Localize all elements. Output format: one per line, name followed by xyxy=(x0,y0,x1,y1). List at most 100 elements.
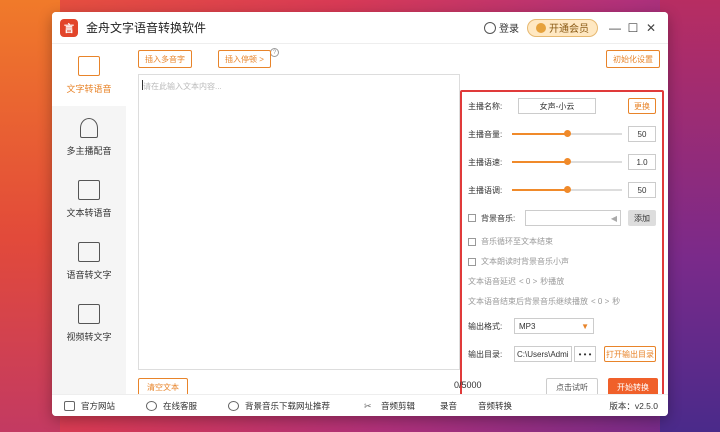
after-unit: 秒 xyxy=(612,297,621,306)
pitch-label: 主播语调: xyxy=(468,185,503,195)
main-area: 插入多音字 ? 插入停顿 > 初始化设置 请在此输入文本内容... 主播名称: … xyxy=(126,44,668,396)
footer-record-label: 录音 xyxy=(440,400,458,411)
volume-slider[interactable] xyxy=(512,130,622,137)
bgm-add-button[interactable]: 添加 xyxy=(628,210,656,226)
volume-label: 主播音量: xyxy=(468,129,503,139)
duck-checkbox[interactable] xyxy=(468,257,476,266)
desktop-wallpaper-left xyxy=(0,0,60,432)
anchor-name-field[interactable]: 女声-小云 xyxy=(518,98,596,114)
speed-slider-handle[interactable] xyxy=(564,158,571,165)
pitch-slider-fill xyxy=(512,189,567,191)
text-speech-icon xyxy=(78,55,100,76)
text-editor[interactable]: 请在此输入文本内容... xyxy=(138,74,460,370)
change-anchor-button[interactable]: 更换 xyxy=(628,98,656,114)
diamond-icon xyxy=(536,22,546,33)
desktop-wallpaper-right xyxy=(660,0,720,432)
footer-service-link[interactable]: 在线客服 xyxy=(146,400,197,412)
insert-polyphone-button[interactable]: 插入多音字 xyxy=(138,50,192,68)
sidebar: 文字转语音 多主播配音 文本转语音 语音转文字 视频转文字 xyxy=(52,44,126,394)
after-text: 文本语音结束后背景音乐继续播放 xyxy=(468,297,588,306)
volume-slider-fill xyxy=(512,133,567,135)
video-text-icon xyxy=(78,303,100,324)
pitch-slider[interactable] xyxy=(512,186,622,193)
loop-label: 音乐循环至文本结束 xyxy=(481,237,553,246)
insert-pause-button[interactable]: 插入停顿 > xyxy=(218,50,271,68)
footer-audio-cut-label: 音频剪辑 xyxy=(381,400,416,411)
tools-icon: ✂ xyxy=(364,400,372,411)
footer-website-label: 官方网站 xyxy=(81,400,116,411)
help-icon[interactable]: ? xyxy=(270,48,279,57)
user-icon xyxy=(484,21,496,34)
output-dir-field[interactable]: C:\Users\Admi xyxy=(514,346,572,362)
speed-label: 主播语速: xyxy=(468,157,503,167)
bgm-label: 背景音乐: xyxy=(481,213,516,223)
footer-bgm-label: 背景音乐下载网址推荐 xyxy=(245,400,331,411)
volume-value-field[interactable]: 50 xyxy=(628,126,656,142)
pitch-slider-handle[interactable] xyxy=(564,186,571,193)
browse-dir-button[interactable]: • • • xyxy=(574,346,596,362)
delay-stepper[interactable]: < 0 > xyxy=(519,277,537,286)
chevron-down-icon: ▼ xyxy=(581,321,589,331)
footer-bar: 官方网站 在线客服 背景音乐下载网址推荐 ✂ 音频剪辑 录音 音频转换 版本：v… xyxy=(52,394,668,416)
delay-unit: 秒播放 xyxy=(540,277,565,286)
loop-checkbox[interactable] xyxy=(468,237,476,246)
anchor-label: 主播名称: xyxy=(468,101,503,111)
login-label: 登录 xyxy=(499,24,519,35)
delay-text: 文本语音延迟 xyxy=(468,277,516,286)
footer-audio-convert-label: 音频转换 xyxy=(478,400,513,411)
reset-settings-button[interactable]: 初始化设置 xyxy=(606,50,660,68)
format-select[interactable]: MP3 ▼ xyxy=(514,318,594,334)
audio-text-icon xyxy=(78,241,100,262)
speed-value-field[interactable]: 1.0 xyxy=(628,154,656,170)
sidebar-item-label: 多主播配音 xyxy=(66,145,112,156)
footer-website-link[interactable]: 官方网站 xyxy=(64,400,115,412)
settings-panel: 主播名称: 女声-小云 更换 主播音量: 50 主播语速: 1.0 主播语调: … xyxy=(460,90,664,396)
sidebar-item-video-to-text[interactable]: 视频转文字 xyxy=(52,292,126,354)
editor-placeholder: 请在此输入文本内容... xyxy=(143,82,222,91)
sidebar-item-label: 文本转语音 xyxy=(66,207,112,218)
format-value: MP3 xyxy=(519,321,536,331)
dir-label: 输出目录: xyxy=(468,349,503,359)
volume-slider-handle[interactable] xyxy=(564,130,571,137)
document-icon xyxy=(78,179,100,200)
char-counter: 0/5000 xyxy=(454,380,482,390)
sidebar-item-multi-anchor[interactable]: 多主播配音 xyxy=(52,106,126,168)
bgm-file-field[interactable]: ◀ xyxy=(525,210,621,226)
sidebar-item-label: 文字转语音 xyxy=(66,83,112,94)
app-window: 言 金舟文字语音转换软件 登录 开通会员 — ☐ ✕ 文字转语音 多主播配音 文… xyxy=(52,12,668,416)
minimize-button[interactable]: — xyxy=(606,21,624,35)
vip-button[interactable]: 开通会员 xyxy=(527,18,598,37)
person-add-icon xyxy=(80,117,98,138)
maximize-button[interactable]: ☐ xyxy=(624,21,642,35)
sidebar-item-label: 视频转文字 xyxy=(66,331,112,342)
version-label: 版本：v2.5.0 xyxy=(609,400,658,412)
after-stepper[interactable]: < 0 > xyxy=(591,297,609,306)
person-icon xyxy=(146,400,157,411)
sidebar-item-speech-to-text[interactable]: 语音转文字 xyxy=(52,230,126,292)
duck-label: 文本朗读时背景音乐小声 xyxy=(481,257,569,266)
version-text: 版本：v2.5.0 xyxy=(609,400,658,411)
speaker-icon: ◀ xyxy=(610,213,617,223)
footer-audio-cut-link[interactable]: ✂ 音频剪辑 xyxy=(364,400,415,412)
sidebar-item-doc-to-speech[interactable]: 文本转语音 xyxy=(52,168,126,230)
sidebar-item-label: 语音转文字 xyxy=(66,269,112,280)
close-button[interactable]: ✕ xyxy=(642,21,660,35)
app-title: 金舟文字语音转换软件 xyxy=(86,21,207,35)
format-label: 输出格式: xyxy=(468,321,503,331)
footer-service-label: 在线客服 xyxy=(163,400,198,411)
footer-bgm-link[interactable]: 背景音乐下载网址推荐 xyxy=(228,400,330,412)
bgm-checkbox[interactable] xyxy=(468,214,476,222)
pitch-value-field[interactable]: 50 xyxy=(628,182,656,198)
speed-slider-fill xyxy=(512,161,567,163)
footer-record-link[interactable]: 录音 xyxy=(440,400,457,412)
music-icon xyxy=(228,400,239,411)
title-bar: 言 金舟文字语音转换软件 登录 开通会员 — ☐ ✕ xyxy=(52,12,668,44)
vip-label: 开通会员 xyxy=(549,24,589,35)
login-button[interactable]: 登录 xyxy=(484,20,519,35)
speed-slider[interactable] xyxy=(512,158,622,165)
sidebar-item-text-to-speech[interactable]: 文字转语音 xyxy=(52,44,126,106)
open-output-dir-button[interactable]: 打开输出目录 xyxy=(604,346,656,362)
monitor-icon xyxy=(64,400,75,411)
app-logo: 言 xyxy=(60,18,78,37)
footer-audio-convert-link[interactable]: 音频转换 xyxy=(478,400,512,412)
